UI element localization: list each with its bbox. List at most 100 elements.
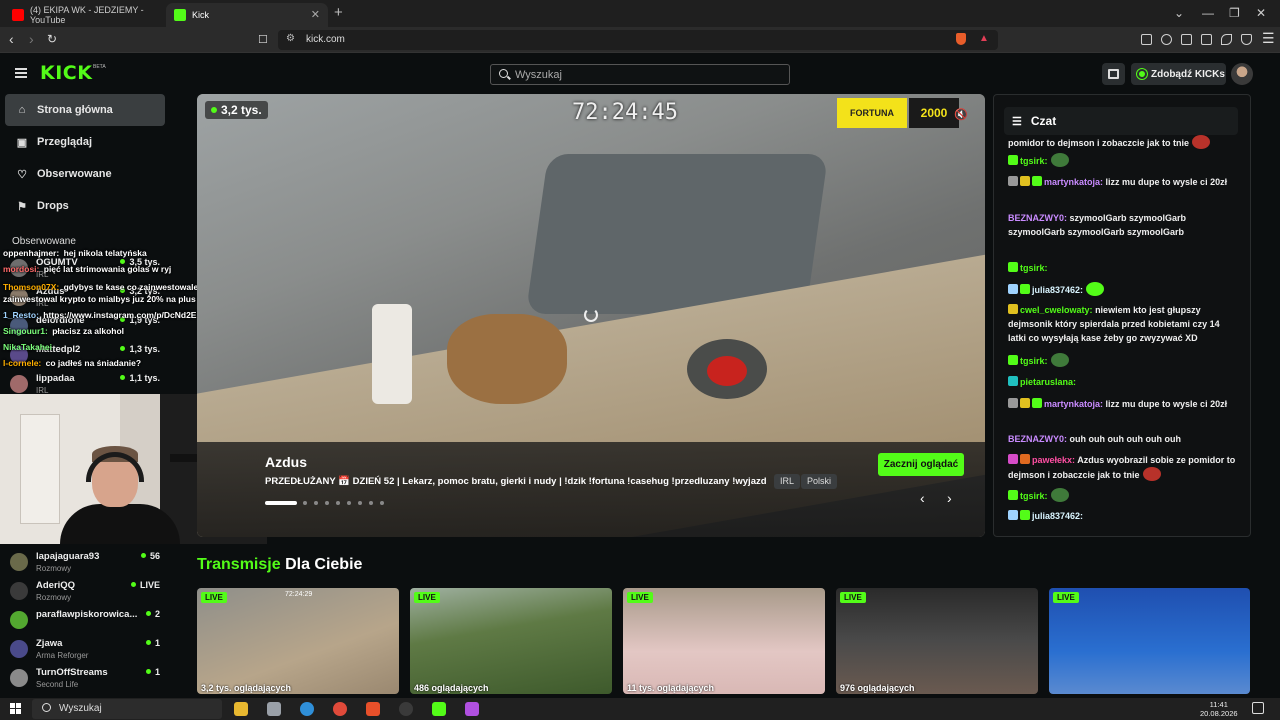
chat-username[interactable]: tgsirk: bbox=[1020, 156, 1048, 166]
stream-card[interactable]: LIVE 11 tys. oglądających bbox=[623, 588, 825, 694]
stream-card[interactable]: LIVE 72:24:29 3,2 tys. oglądających bbox=[197, 588, 399, 694]
vpn-icon[interactable] bbox=[1241, 34, 1252, 45]
badge-icon bbox=[1020, 454, 1030, 464]
followed-channel[interactable]: paraflawpiskorowica... 2 bbox=[10, 608, 160, 636]
chat-username[interactable]: pawełekx: bbox=[1032, 455, 1075, 465]
edge-icon[interactable] bbox=[300, 702, 314, 716]
stream-card[interactable]: LIVE 976 oglądających bbox=[836, 588, 1038, 694]
badge-icon bbox=[1032, 398, 1042, 408]
extensions-icon[interactable] bbox=[1141, 34, 1152, 45]
search-input[interactable]: Wyszukaj bbox=[490, 64, 790, 85]
collapse-chat-icon[interactable]: ☰ bbox=[1012, 115, 1022, 128]
followed-channel[interactable]: lapajaguara93 Rozmowy 56 bbox=[10, 550, 160, 578]
new-tab-icon[interactable]: + bbox=[334, 4, 343, 21]
app-icon[interactable] bbox=[465, 702, 479, 716]
brave-rewards-icon[interactable]: ▲ bbox=[979, 33, 989, 44]
kick-app-icon[interactable] bbox=[432, 702, 446, 716]
sidebar-item-following[interactable]: ♡ Obserwowane bbox=[5, 158, 165, 190]
sidebar-item-home[interactable]: ⌂ Strona główna bbox=[5, 94, 165, 126]
sidebar-item-drops[interactable]: ⚑ Drops bbox=[5, 190, 165, 222]
channel-name: lapajaguara93 bbox=[36, 551, 100, 562]
site-info-icon[interactable]: ⚙ bbox=[286, 33, 295, 44]
carousel-dot[interactable] bbox=[380, 501, 384, 505]
live-badge: LIVE bbox=[201, 592, 227, 603]
chat-text: ouh ouh ouh ouh ouh ouh bbox=[1069, 434, 1181, 444]
chrome-icon[interactable] bbox=[333, 702, 347, 716]
carousel-dot[interactable] bbox=[325, 501, 329, 505]
carousel-dot[interactable] bbox=[314, 501, 318, 505]
close-window-icon[interactable]: ✕ bbox=[1256, 6, 1266, 20]
tab-youtube[interactable]: (4) EKIPA WK - JEDZIEMY - YouTube bbox=[4, 3, 164, 27]
carousel-dot[interactable] bbox=[347, 501, 351, 505]
carousel-dot[interactable] bbox=[358, 501, 362, 505]
channel-viewers: 56 bbox=[141, 551, 160, 561]
restore-icon[interactable]: ❐ bbox=[1229, 6, 1240, 20]
leo-ai-icon[interactable] bbox=[1221, 34, 1232, 45]
chat-username[interactable]: cwel_cwelowaty: bbox=[1020, 305, 1093, 315]
get-kicks-button[interactable]: Zdobądź KICKs bbox=[1131, 63, 1226, 85]
tag-language[interactable]: Polski bbox=[801, 474, 838, 489]
system-clock[interactable]: 11:41 20.08.2026 bbox=[1200, 700, 1238, 718]
media-icon[interactable] bbox=[1161, 34, 1172, 45]
minimize-icon[interactable]: — bbox=[1202, 6, 1214, 20]
user-avatar[interactable] bbox=[1231, 63, 1253, 85]
carousel-dot[interactable] bbox=[303, 501, 307, 505]
chat-username[interactable]: tgsirk: bbox=[1020, 356, 1048, 366]
sidebar-item-browse[interactable]: ▣ Przeglądaj bbox=[5, 126, 165, 158]
webcam-body bbox=[60, 504, 180, 544]
carousel-dot-active[interactable] bbox=[265, 501, 297, 505]
chat-username[interactable]: martynkatoja: bbox=[1044, 177, 1103, 187]
browser-tab-bar: (4) EKIPA WK - JEDZIEMY - YouTube Kick ✕… bbox=[0, 0, 1280, 27]
reload-icon[interactable]: ↻ bbox=[47, 32, 57, 46]
start-watching-button[interactable]: Zacznij oglądać bbox=[878, 453, 964, 476]
tag-irl[interactable]: IRL bbox=[774, 474, 801, 489]
chat-username[interactable]: tgsirk: bbox=[1020, 491, 1048, 501]
featured-stream[interactable]: 3,2 tys. 72:24:45 FORTUNA 2000 🔇 Azdus P… bbox=[197, 94, 985, 537]
chat-text: co jadłeś na śniadanie? bbox=[45, 358, 142, 368]
back-icon[interactable]: ‹ bbox=[9, 31, 14, 47]
chat-message: BEZNAZWY0: szymoolGarb szymoolGarb szymo… bbox=[1008, 211, 1236, 239]
windows-start-icon[interactable] bbox=[10, 703, 21, 714]
obs-icon[interactable] bbox=[399, 702, 413, 716]
chevron-down-icon[interactable]: ⌄ bbox=[1174, 6, 1184, 20]
chat-username[interactable]: pietaruslana: bbox=[1020, 377, 1076, 387]
streamer-name[interactable]: Azdus bbox=[265, 454, 307, 470]
followed-channel[interactable]: TurnOffStreams Second Life 1 bbox=[10, 666, 160, 694]
carousel-next-icon[interactable]: › bbox=[947, 490, 952, 506]
chat-username[interactable]: tgsirk: bbox=[1020, 263, 1048, 273]
taskbar-search[interactable]: Wyszukaj bbox=[32, 699, 222, 719]
file-explorer-icon[interactable] bbox=[234, 702, 248, 716]
followed-channel[interactable]: Zjawa Arma Reforger 1 bbox=[10, 637, 160, 665]
close-tab-icon[interactable]: ✕ bbox=[311, 8, 320, 21]
brave-icon[interactable] bbox=[366, 702, 380, 716]
tab-kick[interactable]: Kick ✕ bbox=[166, 3, 328, 27]
layout-button[interactable] bbox=[1102, 63, 1125, 85]
chat-username[interactable]: julia837462: bbox=[1032, 285, 1083, 295]
url-field[interactable]: ⚙ kick.com ▲ bbox=[278, 30, 998, 50]
section-title: Transmisje Dla Ciebie bbox=[197, 556, 362, 574]
mute-icon[interactable]: 🔇 bbox=[954, 108, 968, 122]
clock-date: 20.08.2026 bbox=[1200, 709, 1238, 718]
carousel-dot[interactable] bbox=[336, 501, 340, 505]
chat-text: lizz mu dupe to wysle ci 20zł bbox=[1105, 177, 1228, 187]
menu-toggle-icon[interactable] bbox=[15, 68, 27, 78]
carousel-prev-icon[interactable]: ‹ bbox=[920, 490, 925, 506]
wallet-icon[interactable] bbox=[1201, 34, 1212, 45]
menu-icon[interactable]: ☰ bbox=[1262, 30, 1275, 47]
chat-username[interactable]: martynkatoja: bbox=[1044, 399, 1103, 409]
sidebar-icon[interactable] bbox=[1181, 34, 1192, 45]
app-icon[interactable] bbox=[267, 702, 281, 716]
kick-logo[interactable]: KICK bbox=[40, 62, 92, 84]
carousel-dot[interactable] bbox=[369, 501, 373, 505]
channel-avatar bbox=[10, 640, 28, 658]
followed-channel[interactable]: AderiQQ Rozmowy LIVE bbox=[10, 579, 160, 607]
brave-shield-icon[interactable] bbox=[956, 33, 966, 45]
chat-username[interactable]: BEZNAZWY0: bbox=[1008, 213, 1067, 223]
bookmark-icon[interactable]: ☐ bbox=[258, 33, 268, 46]
notifications-icon[interactable] bbox=[1252, 702, 1264, 714]
chat-username[interactable]: BEZNAZWY0: bbox=[1008, 434, 1067, 444]
forward-icon[interactable]: › bbox=[29, 31, 34, 47]
chat-username[interactable]: julia837462: bbox=[1032, 511, 1083, 521]
stream-card[interactable]: LIVE 486 oglądających bbox=[410, 588, 612, 694]
stream-card[interactable]: LIVE bbox=[1049, 588, 1250, 694]
